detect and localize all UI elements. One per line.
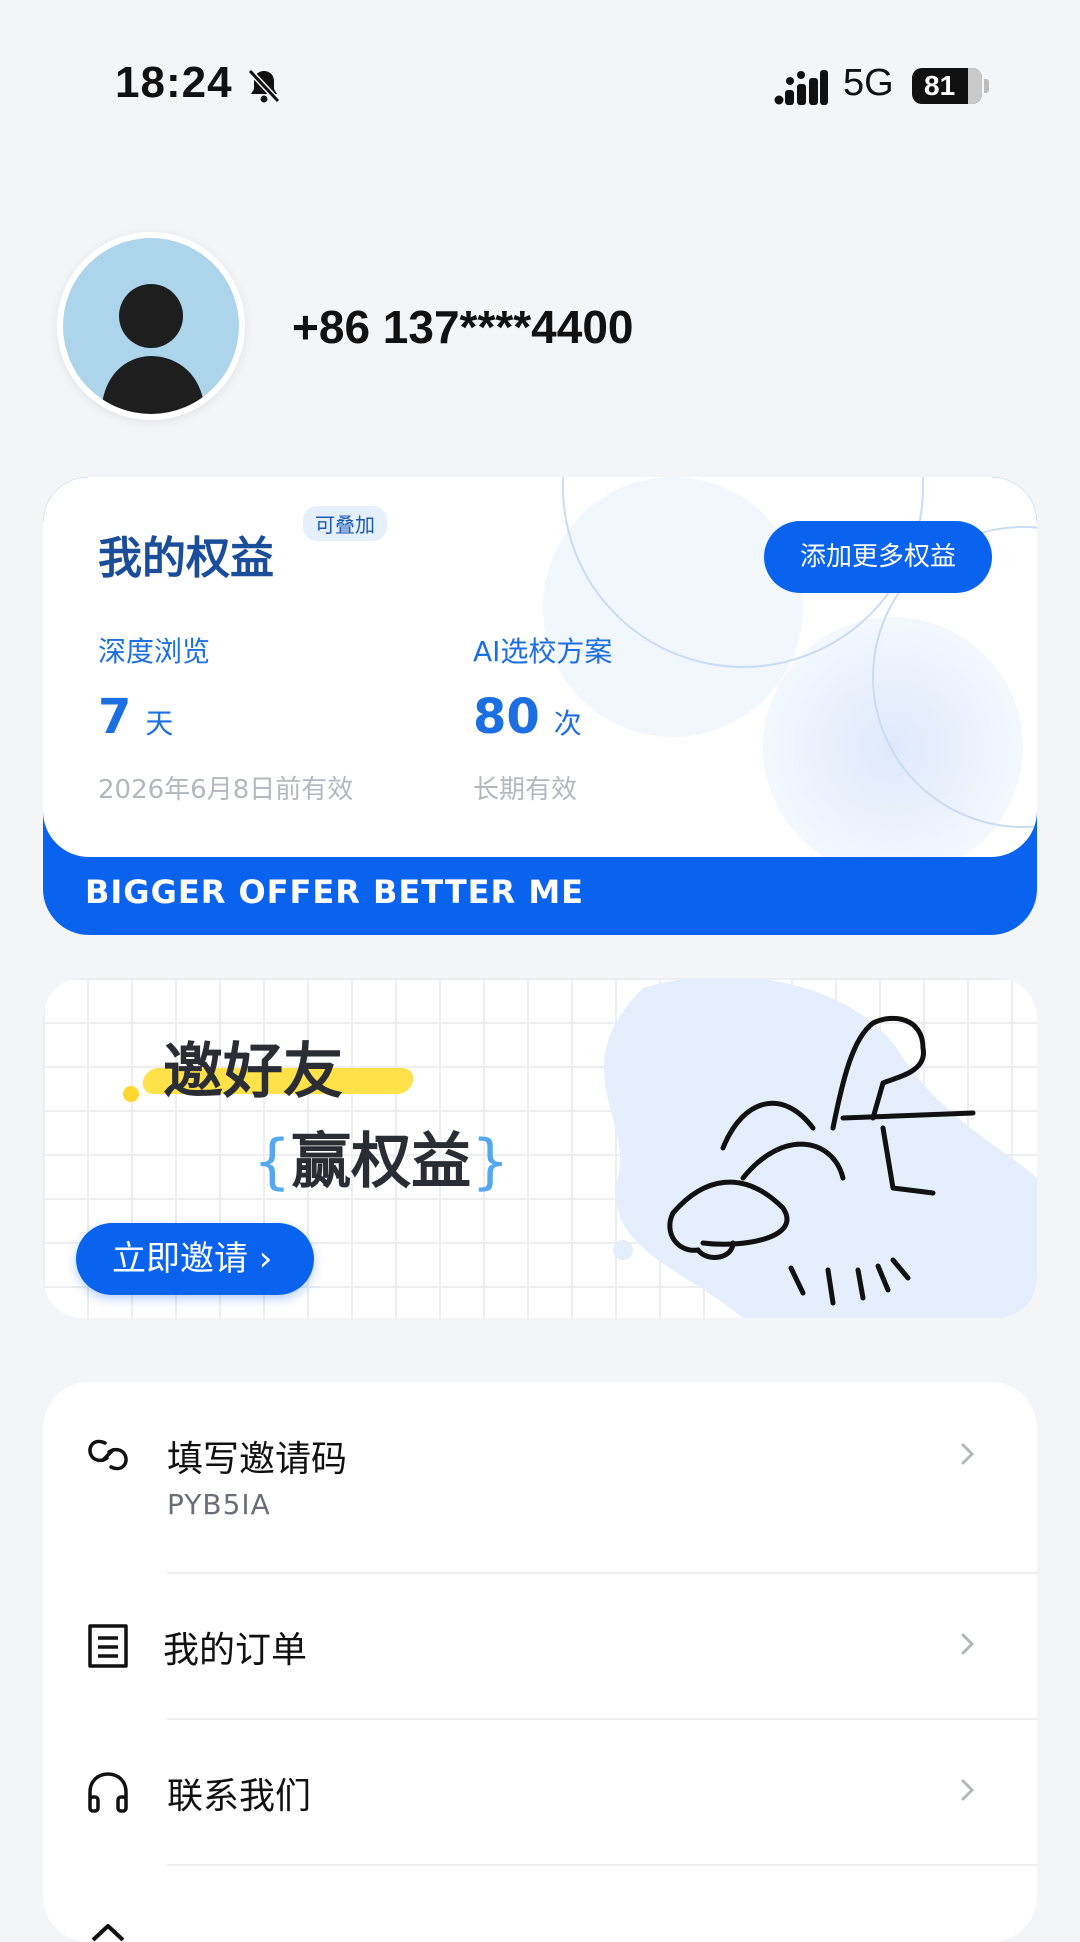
stackable-tag: 可叠加 xyxy=(303,506,387,541)
invite-now-button[interactable]: 立即邀请 › xyxy=(76,1223,314,1295)
battery-level: 81 xyxy=(924,70,956,101)
chevron-right-icon xyxy=(961,1779,975,1801)
menu-label-invite-code: 填写邀请码 xyxy=(167,1439,348,1480)
benefit-value-ai: 80 次 xyxy=(473,689,582,745)
menu-label-orders: 我的订单 xyxy=(163,1630,308,1671)
chevron-right-icon xyxy=(961,1443,975,1465)
partial-menu-icon xyxy=(91,1924,125,1942)
add-benefits-button[interactable]: 添加更多权益 xyxy=(764,521,992,593)
avatar[interactable] xyxy=(57,232,245,420)
status-time: 18:24 xyxy=(115,58,233,107)
link-icon xyxy=(88,1439,128,1471)
slogan: BIGGER OFFER BETTER ME xyxy=(85,873,585,911)
user-silhouette-icon xyxy=(101,284,205,414)
menu-label-contact: 联系我们 xyxy=(167,1776,312,1817)
battery-cap xyxy=(984,79,989,93)
status-bar: 18:24 5G 81 xyxy=(0,0,1080,170)
invite-title-line2: {赢权益} xyxy=(253,1127,510,1197)
invite-banner[interactable]: 邀好友 {赢权益} 立即邀请 › xyxy=(43,978,1037,1318)
receipt-icon xyxy=(88,1624,128,1668)
benefits-card: 我的权益 可叠加 添加更多权益 深度浏览 7天 2026年6月8日前有效 AI选… xyxy=(43,477,1037,935)
invite-title-line1: 邀好友 xyxy=(163,1037,343,1107)
menu-list: 填写邀请码 PYB5IA 我的订单 联系我们 xyxy=(43,1382,1037,1942)
benefits-title: 我的权益 xyxy=(98,533,274,584)
signal-icon xyxy=(774,70,828,105)
network-type: 5G xyxy=(843,62,894,104)
benefit-value-browse: 7天 xyxy=(98,689,174,745)
headphones-icon xyxy=(88,1772,128,1813)
benefit-note-ai: 长期有效 xyxy=(473,775,578,805)
benefit-label-ai: AI选校方案 xyxy=(473,635,613,668)
menu-item-contact[interactable]: 联系我们 xyxy=(43,1720,1037,1864)
menu-item-invite-code[interactable]: 填写邀请码 PYB5IA xyxy=(43,1382,1037,1572)
bell-muted-icon xyxy=(247,68,281,104)
battery-icon: 81 xyxy=(912,68,982,104)
menu-item-orders[interactable]: 我的订单 xyxy=(43,1574,1037,1718)
user-phone: +86 137****4400 xyxy=(292,301,634,353)
benefit-note-browse: 2026年6月8日前有效 xyxy=(98,775,354,805)
invite-code-value: PYB5IA xyxy=(167,1488,271,1521)
chevron-right-icon xyxy=(961,1633,975,1655)
benefit-label-browse: 深度浏览 xyxy=(98,635,211,668)
